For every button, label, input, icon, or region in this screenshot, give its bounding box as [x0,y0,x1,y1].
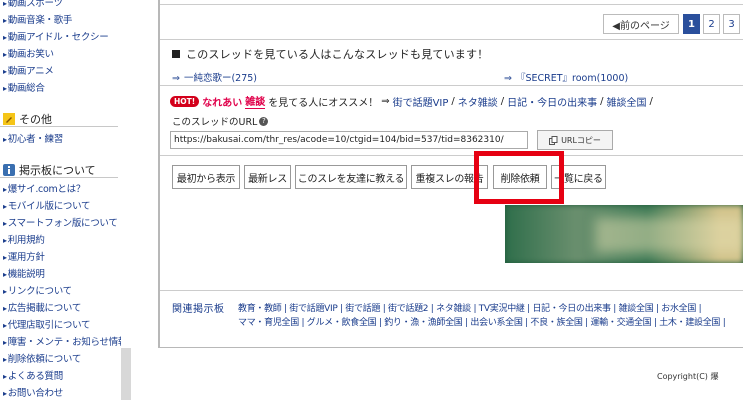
sidebar-item[interactable]: お問い合わせ [3,385,64,399]
main-panel-border [158,347,743,348]
related-thread-link[interactable]: ⇒ 『SECRET』room(1000) [504,70,628,84]
related-thread-link[interactable]: ⇒ 一純恋歌ー(275) [172,70,257,84]
prev-page-button[interactable]: ◀前のページ [603,14,679,34]
sidebar-item[interactable]: 運用方針 [3,249,45,263]
related-thread-label: 一純恋歌ー(275) [183,73,258,84]
sidebar-scrollbar[interactable] [121,0,131,400]
pencil-icon [3,113,15,125]
report-duplicate-button[interactable]: 重複スレの報告 [411,165,488,189]
related-threads-heading: このスレッドを見ている人はこんなスレッドも見ています！ [172,46,488,62]
divider [160,290,743,291]
recommendation-line: HOT! なれあい 雑談 を見てる人にオススメ！ ⇒ 街で話題VIP / ネタ雑談 … [170,93,653,109]
sidebar-item[interactable]: 初心者・練習 [3,131,64,145]
sidebar-item[interactable]: 動画お笑い [3,46,54,60]
sidebar-item[interactable]: 利用規約 [3,232,45,246]
separator: / [600,95,604,107]
info-icon [3,164,15,176]
sidebar-item[interactable]: 動画総合 [3,80,45,94]
related-boards-links[interactable]: ママ・育児全国 | グルメ・飲食全国 | 釣り・漁・漁師全国 | 出会い系全国 … [238,315,726,328]
sidebar-heading-about: 掲示板について [3,162,96,178]
arrow-icon: ⇒ [504,73,512,84]
url-copy-label: URLコピー [561,135,601,145]
divider [160,155,743,156]
copy-icon [549,135,558,145]
show-from-start-button[interactable]: 最初から表示 [172,165,240,189]
sidebar-item[interactable]: 広告掲載について [3,300,82,314]
delete-request-button[interactable]: 削除依頼 [493,165,547,189]
recommend-link[interactable]: 街で話題VIP [393,94,449,109]
square-bullet-icon [172,50,180,58]
sidebar-item[interactable]: 動画音楽・歌手 [3,12,73,26]
thread-url-field[interactable] [170,131,528,149]
url-copy-button[interactable]: URLコピー [537,130,613,150]
sidebar-heading-other: その他 [3,111,52,127]
recommend-link[interactable]: ネタ雑談 [458,94,498,109]
sidebar-item[interactable]: スマートフォン版について [3,215,118,229]
url-label-text: このスレッドのURL [172,117,258,128]
page-button-current[interactable]: 1 [683,14,700,34]
scrollbar-thumb[interactable] [121,348,131,400]
help-icon[interactable]: ? [259,116,269,126]
sidebar-item[interactable]: 機能説明 [3,266,45,280]
recommend-text: を見てる人にオススメ！ [268,97,379,109]
arrow-icon: ⇒ [381,95,390,107]
back-to-list-button[interactable]: 一覧に戻る [551,165,606,189]
divider [160,85,743,86]
sidebar-item[interactable]: よくある質問 [3,368,64,382]
sidebar: 動画スポーツ 動画音楽・歌手 動画アイドル・セクシー 動画お笑い 動画アニメ 動… [0,0,131,400]
related-boards-links[interactable]: 教育・教師 | 街で話題VIP | 街で話題 | 街で話題2 | ネタ雑談 | … [238,301,702,314]
sidebar-item[interactable]: 削除依頼について [3,351,82,365]
recommend-link[interactable]: 雑談全国 [607,94,647,109]
related-heading-text: このスレッドを見ている人はこんなスレッドも見ています！ [186,48,489,61]
page-button[interactable]: 3 [723,14,740,34]
copyright: Copyright(C) 爆 [657,372,719,381]
divider [0,177,118,178]
recommend-category-link[interactable]: 雑談 [245,93,266,109]
sidebar-item[interactable]: 代理店取引について [3,317,91,331]
ad-image [595,217,743,253]
separator: / [451,95,455,107]
arrow-icon: ⇒ [172,73,180,84]
sidebar-item[interactable]: 爆サイ.comとは？ [3,181,86,195]
recommend-category: なれあい [202,97,243,109]
latest-replies-button[interactable]: 最新レス [244,165,291,189]
hot-badge: HOT! [170,95,200,107]
main-panel-border [158,0,160,348]
related-boards-label: 関連掲示板 [172,304,225,315]
sidebar-heading-label: 掲示板について [19,164,96,177]
sidebar-item[interactable]: 動画アイドル・セクシー [3,29,109,43]
sidebar-item[interactable]: リンクについて [3,283,72,297]
sidebar-item[interactable]: 動画アニメ [3,63,54,77]
sidebar-heading-label: その他 [19,113,52,126]
divider [0,126,118,127]
url-label: このスレッドのURL ? [172,114,269,128]
recommend-link[interactable]: 日記・今日の出来事 [507,94,597,109]
separator: / [649,95,653,107]
sidebar-item[interactable]: 動画スポーツ [3,0,63,9]
separator: / [500,95,505,107]
divider [160,39,743,40]
ad-banner[interactable] [505,205,743,263]
related-thread-label: 『SECRET』room(1000) [515,73,629,84]
sidebar-item[interactable]: 障害・メンテ・お知らせ情報 [3,334,128,348]
tell-friend-button[interactable]: このスレを友達に教える [295,165,407,189]
sidebar-item[interactable]: モバイル版について [3,198,91,212]
page-button[interactable]: 2 [703,14,720,34]
divider [160,4,743,5]
